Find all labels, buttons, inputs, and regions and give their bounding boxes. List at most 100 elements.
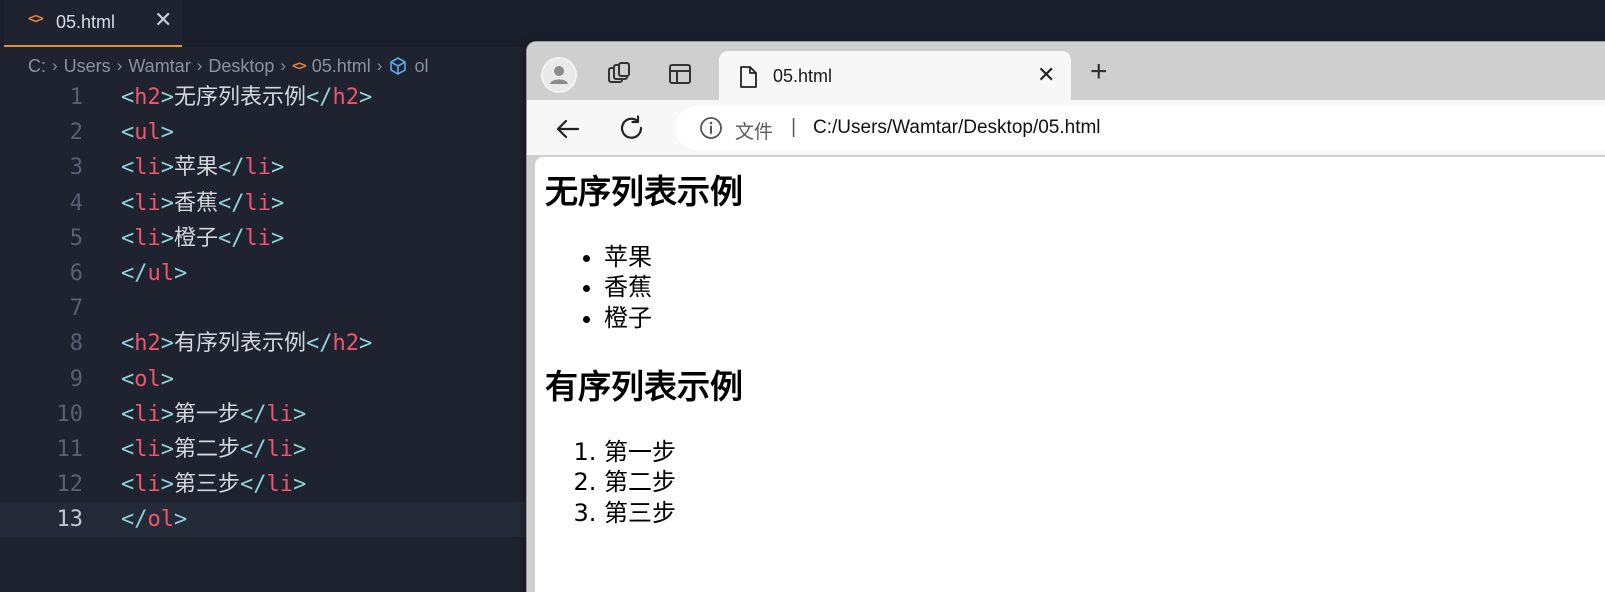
- code-bracket: >: [293, 401, 307, 427]
- breadcrumb-item-file[interactable]: 05.html: [312, 56, 371, 77]
- code-tag-name: h2: [332, 331, 360, 357]
- address-url[interactable]: C:/Users/Wamtar/Desktop/05.html: [813, 117, 1101, 139]
- line-number: 13: [56, 507, 84, 533]
- code-bracket: <: [121, 120, 135, 146]
- address-divider: |: [791, 116, 797, 138]
- code-line[interactable]: 4 <li>香蕉</li>: [0, 186, 540, 221]
- code-text: 有序列表示例: [174, 331, 307, 357]
- code-bracket: <: [121, 472, 135, 498]
- code-tag-name: li: [266, 436, 294, 462]
- list-item: 第三步: [604, 498, 676, 528]
- code-bracket: </: [121, 507, 148, 533]
- code-line[interactable]: 13 </ol>: [0, 502, 540, 538]
- breadcrumb-item-wamtar[interactable]: Wamtar: [128, 56, 190, 77]
- breadcrumb-item-users[interactable]: Users: [64, 56, 111, 77]
- heading-unordered: 无序列表示例: [545, 172, 743, 211]
- editor-tab-title: 05.html: [56, 12, 116, 32]
- sidebar-layout-icon[interactable]: [666, 60, 694, 88]
- code-line[interactable]: 1 <h2>无序列表示例</h2>: [0, 80, 540, 115]
- code-bracket: >: [160, 366, 174, 392]
- address-bar[interactable]: 文件 | C:/Users/Wamtar/Desktop/05.html: [675, 106, 1605, 150]
- line-code: <li>第三步</li>: [121, 467, 306, 502]
- breadcrumb: C: › Users › Wamtar › Desktop › <> 05.ht…: [28, 53, 428, 79]
- new-tab-button[interactable]: +: [1090, 57, 1108, 87]
- code-tag-name: li: [134, 472, 161, 498]
- code-text: 橙子: [174, 225, 219, 251]
- code-bracket: >: [359, 331, 373, 357]
- code-line[interactable]: 10 <li>第一步</li>: [0, 397, 540, 432]
- line-code: <h2>无序列表示例</h2>: [121, 80, 372, 115]
- code-bracket: >: [271, 225, 285, 251]
- breadcrumb-item-desktop[interactable]: Desktop: [208, 56, 274, 77]
- code-bracket: >: [160, 436, 174, 462]
- code-tag-name: li: [266, 401, 294, 427]
- reload-icon[interactable]: [617, 114, 647, 144]
- browser-tab-05-html[interactable]: 05.html ✕: [719, 51, 1071, 101]
- line-number: 7: [69, 296, 83, 322]
- code-tag-name: li: [244, 190, 272, 216]
- code-tag-name: ol: [147, 507, 175, 533]
- profile-avatar-icon: [543, 59, 575, 91]
- chevron-right-icon: ›: [116, 56, 123, 75]
- code-line[interactable]: 6 </ul>: [0, 256, 540, 291]
- line-number: 3: [69, 155, 83, 181]
- code-bracket: >: [174, 260, 188, 286]
- back-arrow-icon[interactable]: [553, 114, 583, 144]
- code-line[interactable]: 3 <li>苹果</li>: [0, 150, 540, 185]
- code-line[interactable]: 5 <li>橙子</li>: [0, 221, 540, 256]
- code-bracket: >: [174, 507, 188, 533]
- code-bracket: </: [218, 190, 245, 216]
- code-bracket: >: [160, 225, 174, 251]
- code-text: 苹果: [174, 155, 219, 181]
- code-bracket: >: [160, 401, 174, 427]
- close-icon[interactable]: ✕: [1037, 63, 1055, 87]
- line-code: <li>苹果</li>: [121, 150, 284, 185]
- line-number: 6: [69, 260, 83, 286]
- line-code: <li>香蕉</li>: [121, 186, 284, 221]
- code-bracket: <: [121, 331, 135, 357]
- code-tag-name: h2: [134, 85, 161, 110]
- line-code: <li>第一步</li>: [121, 397, 306, 432]
- code-line[interactable]: 8 <h2>有序列表示例</h2>: [0, 326, 540, 361]
- code-tag-name: li: [266, 472, 294, 498]
- code-tag-name: h2: [332, 85, 360, 110]
- line-number: 1: [69, 85, 83, 110]
- line-number: 8: [69, 331, 83, 357]
- chevron-right-icon: ›: [196, 56, 203, 75]
- breadcrumb-item-drive[interactable]: C:: [28, 56, 46, 77]
- chevron-right-icon: ›: [52, 56, 58, 75]
- info-icon[interactable]: [699, 116, 723, 140]
- code-bracket: >: [271, 190, 285, 216]
- code-line[interactable]: 12 <li>第三步</li>: [0, 467, 540, 502]
- code-bracket: >: [160, 190, 174, 216]
- page-viewport: 无序列表示例 苹果香蕉橙子 有序列表示例 第一步第二步第三步: [535, 157, 1605, 592]
- code-bracket: </: [218, 155, 245, 181]
- html-code-icon: <>: [28, 11, 44, 27]
- line-number: 12: [56, 472, 84, 498]
- close-icon[interactable]: ✕: [154, 8, 172, 32]
- code-bracket: >: [160, 85, 174, 110]
- code-bracket: </: [306, 331, 333, 357]
- code-bracket: </: [306, 85, 333, 110]
- code-bracket: >: [160, 472, 174, 498]
- browser-toolbar: 文件 | C:/Users/Wamtar/Desktop/05.html: [527, 100, 1605, 155]
- code-bracket: >: [293, 436, 307, 462]
- code-tag-name: h2: [134, 331, 161, 357]
- line-code: </ol>: [121, 502, 187, 537]
- code-text: 香蕉: [174, 190, 219, 216]
- line-code: <h2>有序列表示例</h2>: [121, 326, 372, 361]
- code-text: 第二步: [174, 436, 241, 462]
- code-area[interactable]: 1 <h2>无序列表示例</h2> 2 <ul> 3 <li>苹果</li> 4 <li>香蕉…: [0, 80, 540, 538]
- collections-icon[interactable]: [605, 60, 633, 88]
- code-line[interactable]: 2 <ul>: [0, 115, 540, 150]
- code-line[interactable]: 7: [0, 291, 540, 326]
- profile-button[interactable]: [541, 57, 577, 93]
- code-tag-name: ol: [134, 366, 161, 392]
- list-item: 第二步: [604, 467, 676, 497]
- code-line[interactable]: 9 <ol>: [0, 362, 540, 397]
- breadcrumb-item-symbol[interactable]: ol: [414, 56, 428, 77]
- editor-tab-05-html[interactable]: <> 05.html ✕: [4, 0, 182, 47]
- code-line[interactable]: 11 <li>第二步</li>: [0, 432, 540, 467]
- list-item: 香蕉: [604, 272, 652, 302]
- address-scheme-label: 文件: [735, 122, 774, 143]
